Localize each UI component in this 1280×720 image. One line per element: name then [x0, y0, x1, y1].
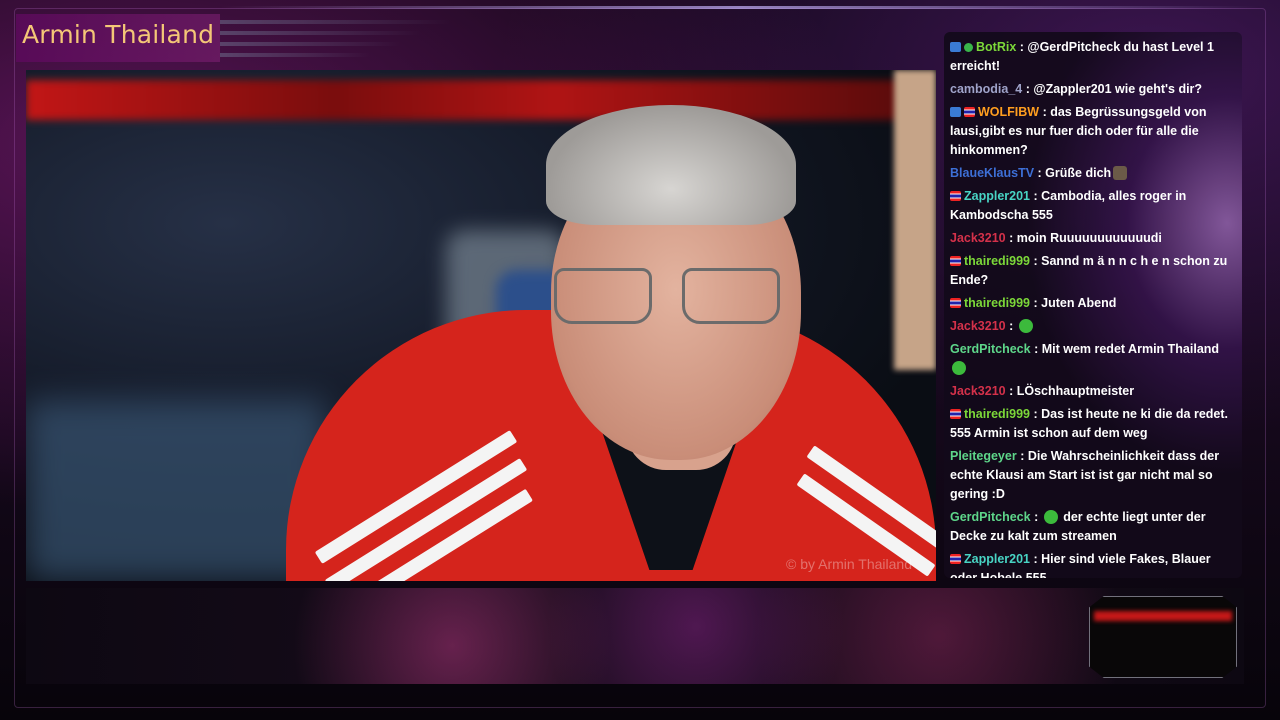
emote-icon [1113, 166, 1128, 180]
chat-separator: : [1030, 342, 1042, 356]
chat-message: Zappler201 : Hier sind viele Fakes, Blau… [950, 550, 1236, 578]
chat-text: moin Ruuuuuuuuuuuudi [1016, 231, 1162, 245]
thai-flag-icon [950, 554, 961, 564]
chat-username[interactable]: cambodia_4 [950, 82, 1022, 96]
chat-text: Grüße dich [1045, 166, 1112, 180]
chat-message: BotRix : @GerdPitcheck du hast Level 1 e… [950, 38, 1236, 76]
chat-separator: : [1030, 189, 1042, 203]
bot-badge-icon [950, 107, 961, 117]
glasses [554, 268, 782, 326]
chat-username[interactable]: BotRix [976, 40, 1016, 54]
thai-flag-icon [950, 409, 961, 419]
thai-flag-icon [964, 107, 975, 117]
chat-username[interactable]: thairedi999 [964, 296, 1030, 310]
chat-separator: : [1005, 319, 1017, 333]
chat-username[interactable]: GerdPitcheck [950, 342, 1031, 356]
chat-username[interactable]: WOLFIBW [978, 105, 1039, 119]
chat-message: Jack3210 : moin Ruuuuuuuuuuuudi [950, 229, 1236, 248]
video-watermark: © by Armin Thailand [786, 556, 913, 572]
chat-separator: : [1034, 166, 1046, 180]
chat-message: GerdPitcheck : der echte liegt unter der… [950, 508, 1236, 546]
emote-icon [1018, 319, 1033, 333]
chat-separator: : [1039, 105, 1051, 119]
thai-flag-icon [950, 191, 961, 201]
chat-message: GerdPitcheck : Mit wem redet Armin Thail… [950, 340, 1236, 378]
chat-text: LÖschhauptmeister [1016, 384, 1135, 398]
chat-username[interactable]: Jack3210 [950, 319, 1006, 333]
chat-message: Pleitegeyer : Die Wahrscheinlichkeit das… [950, 447, 1236, 504]
chat-message: Jack3210 : [950, 317, 1236, 336]
emote-icon [952, 361, 966, 375]
background-floor [26, 400, 326, 581]
chat-username[interactable]: Jack3210 [950, 384, 1006, 398]
chat-username[interactable]: thairedi999 [964, 254, 1030, 268]
bottom-bokeh-bar [26, 588, 1244, 684]
thai-flag-icon [950, 298, 961, 308]
verified-badge-icon [964, 43, 973, 52]
chat-text: Mit wem redet Armin Thailand [1041, 342, 1220, 356]
chat-separator: : [1030, 552, 1042, 566]
chat-separator: : [1030, 407, 1042, 421]
chat-username[interactable]: Zappler201 [964, 189, 1030, 203]
chat-message: cambodia_4 : @Zappler201 wie geht's dir? [950, 80, 1236, 99]
chat-username[interactable]: GerdPitcheck [950, 510, 1031, 524]
title-decoration-lines [220, 20, 460, 64]
background-red-shelf [26, 80, 906, 120]
chat-username[interactable]: Zappler201 [964, 552, 1030, 566]
chat-message: thairedi999 : Juten Abend [950, 294, 1236, 313]
chat-separator: : [1030, 254, 1042, 268]
chat-username[interactable]: Jack3210 [950, 231, 1006, 245]
thai-flag-icon [950, 256, 961, 266]
chat-text: Juten Abend [1041, 296, 1117, 310]
chat-separator: : [1030, 510, 1042, 524]
chat-message: thairedi999 : Das ist heute ne ki die da… [950, 405, 1236, 443]
chat-message: Jack3210 : LÖschhauptmeister [950, 382, 1236, 401]
chat-message: thairedi999 : Sannd m ä n n c h e n scho… [950, 252, 1236, 290]
chat-separator: : [1030, 296, 1042, 310]
chat-message: WOLFIBW : das Begrüssungsgeld von lausi,… [950, 103, 1236, 160]
chat-message: Zappler201 : Cambodia, alles roger in Ka… [950, 187, 1236, 225]
webcam-video: © by Armin Thailand [26, 70, 936, 581]
bot-badge-icon [950, 42, 961, 52]
chat-separator: : [1016, 40, 1028, 54]
chat-text: @Zappler201 wie geht's dir? [1033, 82, 1203, 96]
emote-icon [1043, 510, 1058, 524]
chat-separator: : [1005, 231, 1017, 245]
stream-title: Armin Thailand [22, 20, 215, 49]
chat-username[interactable]: Pleitegeyer [950, 449, 1017, 463]
chat-separator: : [1016, 449, 1028, 463]
chat-panel: BotRix : @GerdPitcheck du hast Level 1 e… [944, 32, 1242, 578]
chat-separator: : [1005, 384, 1017, 398]
chat-message: BlaueKlausTV : Grüße dich [950, 164, 1236, 183]
top-glow-line [220, 6, 1260, 9]
mini-camera-preview [1089, 596, 1237, 678]
streamer-hair [546, 105, 796, 225]
chat-separator: : [1022, 82, 1034, 96]
background-wall [894, 70, 936, 370]
chat-username[interactable]: BlaueKlausTV [950, 166, 1034, 180]
chat-username[interactable]: thairedi999 [964, 407, 1030, 421]
